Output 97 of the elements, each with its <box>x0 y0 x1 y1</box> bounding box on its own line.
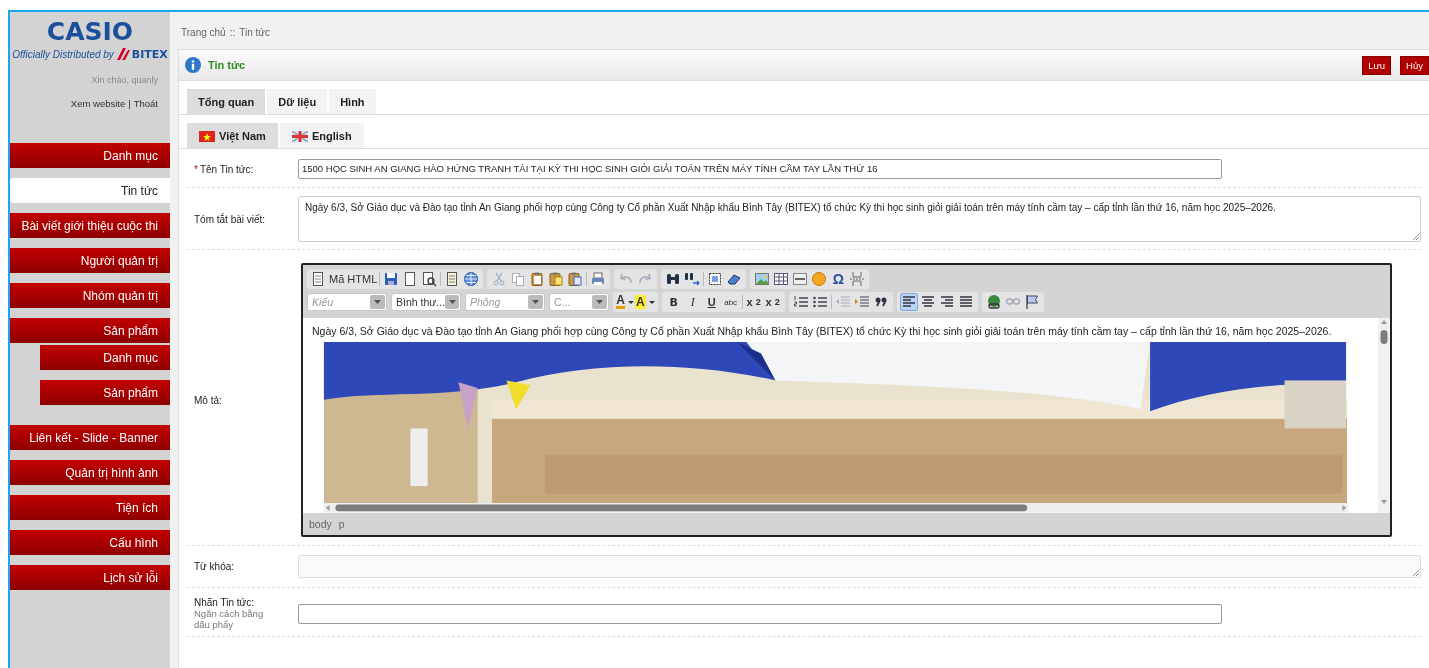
sidebar-item[interactable]: Danh mục <box>10 143 170 168</box>
scissors-icon <box>491 271 508 287</box>
field-label: Nhãn Tin tức: <box>194 597 256 608</box>
sidebar-item[interactable]: Nhóm quản trị <box>10 283 170 308</box>
tab[interactable]: Hình <box>329 89 376 114</box>
select-all-icon <box>707 271 724 287</box>
caret-icon <box>532 300 539 304</box>
special-character-button[interactable]: Ω <box>829 270 848 288</box>
action-button[interactable]: Hủy <box>1400 55 1429 75</box>
partner-logo: BITEX <box>131 47 168 61</box>
clipboard-icon <box>529 271 546 287</box>
sidebar-subitem[interactable]: Sản phẩm <box>40 380 170 405</box>
info-icon <box>185 57 201 73</box>
underline-button[interactable]: U <box>702 293 721 311</box>
save-icon <box>383 271 400 287</box>
preview-button[interactable] <box>420 270 439 288</box>
copy-icon <box>510 271 527 287</box>
image-button[interactable] <box>753 270 772 288</box>
preview-icon <box>421 271 438 287</box>
sidebar-item[interactable]: Tiện ích <box>10 495 170 520</box>
sidebar-item[interactable]: Tin tức <box>10 178 170 203</box>
sidebar-item[interactable]: Lịch sử lỗi <box>10 565 170 590</box>
tab[interactable]: Dữ liệu <box>267 89 328 114</box>
uk-flag-icon <box>291 130 308 142</box>
globe-button[interactable] <box>462 270 481 288</box>
strike-button[interactable]: abc <box>721 293 740 311</box>
input-field[interactable] <box>298 603 1222 624</box>
emoticon-icon <box>811 271 828 287</box>
sidebar-item[interactable]: Liên kết - Slide - Banner <box>10 425 170 450</box>
breadcrumb-link[interactable]: Tin tức <box>239 27 270 38</box>
align-center-icon <box>919 294 936 310</box>
emoticon-button[interactable] <box>810 270 829 288</box>
sidebar-item[interactable]: Người quản trị <box>10 248 170 273</box>
language-tab[interactable]: English <box>279 123 364 148</box>
clipboard-button[interactable] <box>566 270 585 288</box>
align-left-button[interactable] <box>899 293 918 311</box>
dropdown[interactable]: Bình thư... <box>391 293 461 311</box>
caret-icon <box>448 300 456 304</box>
align-right-icon <box>938 294 955 310</box>
justify-icon <box>957 294 974 310</box>
clipboard-icon <box>567 271 584 287</box>
binoculars-icon <box>665 271 682 287</box>
field-label: Mô tả: <box>194 394 222 406</box>
bullet-list-icon <box>811 294 828 310</box>
replace-button[interactable] <box>683 270 702 288</box>
field-label: * Tên Tin tức: <box>194 163 254 175</box>
panel-title: Tin tức <box>208 59 247 71</box>
vertical-scrollbar[interactable] <box>1378 318 1390 513</box>
table-icon <box>773 271 790 287</box>
sidebar-subitem[interactable]: Danh mục <box>40 345 170 370</box>
image-icon <box>754 271 771 287</box>
sidebar-item[interactable]: Sản phẩm <box>10 318 170 343</box>
link-icon <box>985 294 1002 310</box>
input-field[interactable]: 1500 HỌC SINH AN GIANG HÀO HỨNG TRANH TÀI TẠI KỲ THI HỌC SINH GIỎI GIẢI TOÁN TRÊN MÁY TÍNH CẦM TAY LẦN THỨ 16 <box>298 159 1222 179</box>
clipboard-icon <box>548 271 565 287</box>
action-button[interactable]: Lưu <box>1362 55 1392 75</box>
language-tab[interactable]: Việt Nam <box>187 123 278 148</box>
header-link[interactable]: Thoát <box>133 98 158 109</box>
field-label: Tóm tắt bài viết: <box>194 213 266 225</box>
logo: CASIO <box>45 16 135 46</box>
breadcrumb-separator: :: <box>229 27 236 38</box>
editor-paragraph: Ngày 6/3, Sở Giáo dục và Đào tạo tỉnh An Giang phối hợp cùng Công ty Cổ phần Xuất Nhập khẩu Bình Tây (BITEX) tổ chức Kỳ thi học sinh giỏi giải toán trên máy tính cầm tay – cấp tỉnh lần thứ 16, năm học 2025–2026. <box>311 324 1333 339</box>
background-color-button[interactable]: A <box>635 293 655 311</box>
print-icon <box>590 271 607 287</box>
vietnam-flag-icon <box>199 130 215 142</box>
horizontal-line-button[interactable] <box>791 270 810 288</box>
breadcrumb-link[interactable]: Trang chủ <box>181 27 226 38</box>
header-link[interactable]: Xem website <box>70 98 126 109</box>
tagline: Officially Distributed by <box>12 48 114 60</box>
caret-icon <box>374 300 381 304</box>
flag-icon <box>1023 294 1040 310</box>
italic-button[interactable]: I <box>683 293 702 311</box>
document-icon <box>310 271 326 287</box>
indent-icon <box>853 294 870 310</box>
align-left-icon <box>900 294 917 310</box>
bold-button[interactable]: B <box>664 293 683 311</box>
caret-icon <box>596 300 603 304</box>
tab[interactable]: Tổng quan <box>187 89 266 114</box>
separator-text: | <box>128 98 131 109</box>
globe-icon <box>463 271 480 287</box>
numbered-list-icon <box>792 294 809 310</box>
field-label: Từ khóa: <box>194 561 235 572</box>
rich-text-editor[interactable] <box>301 263 1392 537</box>
field-hint: Ngăn cách bằng dấu phẩy <box>194 608 264 630</box>
sidebar-item[interactable]: Quản trị hình ảnh <box>10 460 170 485</box>
text-area[interactable]: Ngày 6/3, Sở Giáo dục và Đào tạo tỉnh An Giang phối hợp cùng Công ty Cổ phần Xuất Nhập khẩu Bình Tây (BITEX) tổ chức Kỳ thi học sinh giỏi giải toán trên máy tính cầm tay – cấp tỉnh lần thứ 16, năm học 2025–2026. <box>298 196 1421 242</box>
outdent-icon <box>834 294 851 310</box>
greeting-text: Xin chào, quanly <box>90 74 159 85</box>
resize-grip-icon <box>1413 570 1419 576</box>
page-break-icon <box>849 271 866 287</box>
swoosh-logo-icon <box>115 47 130 61</box>
sidebar-item[interactable]: Cấu hình <box>10 530 170 555</box>
resize-grip-icon <box>1413 234 1419 240</box>
replace-icon <box>684 271 701 287</box>
clipboard-button[interactable] <box>547 270 566 288</box>
table-button[interactable] <box>772 270 791 288</box>
sidebar-item[interactable]: Bài viết giới thiệu cuộc thi <box>10 213 170 238</box>
